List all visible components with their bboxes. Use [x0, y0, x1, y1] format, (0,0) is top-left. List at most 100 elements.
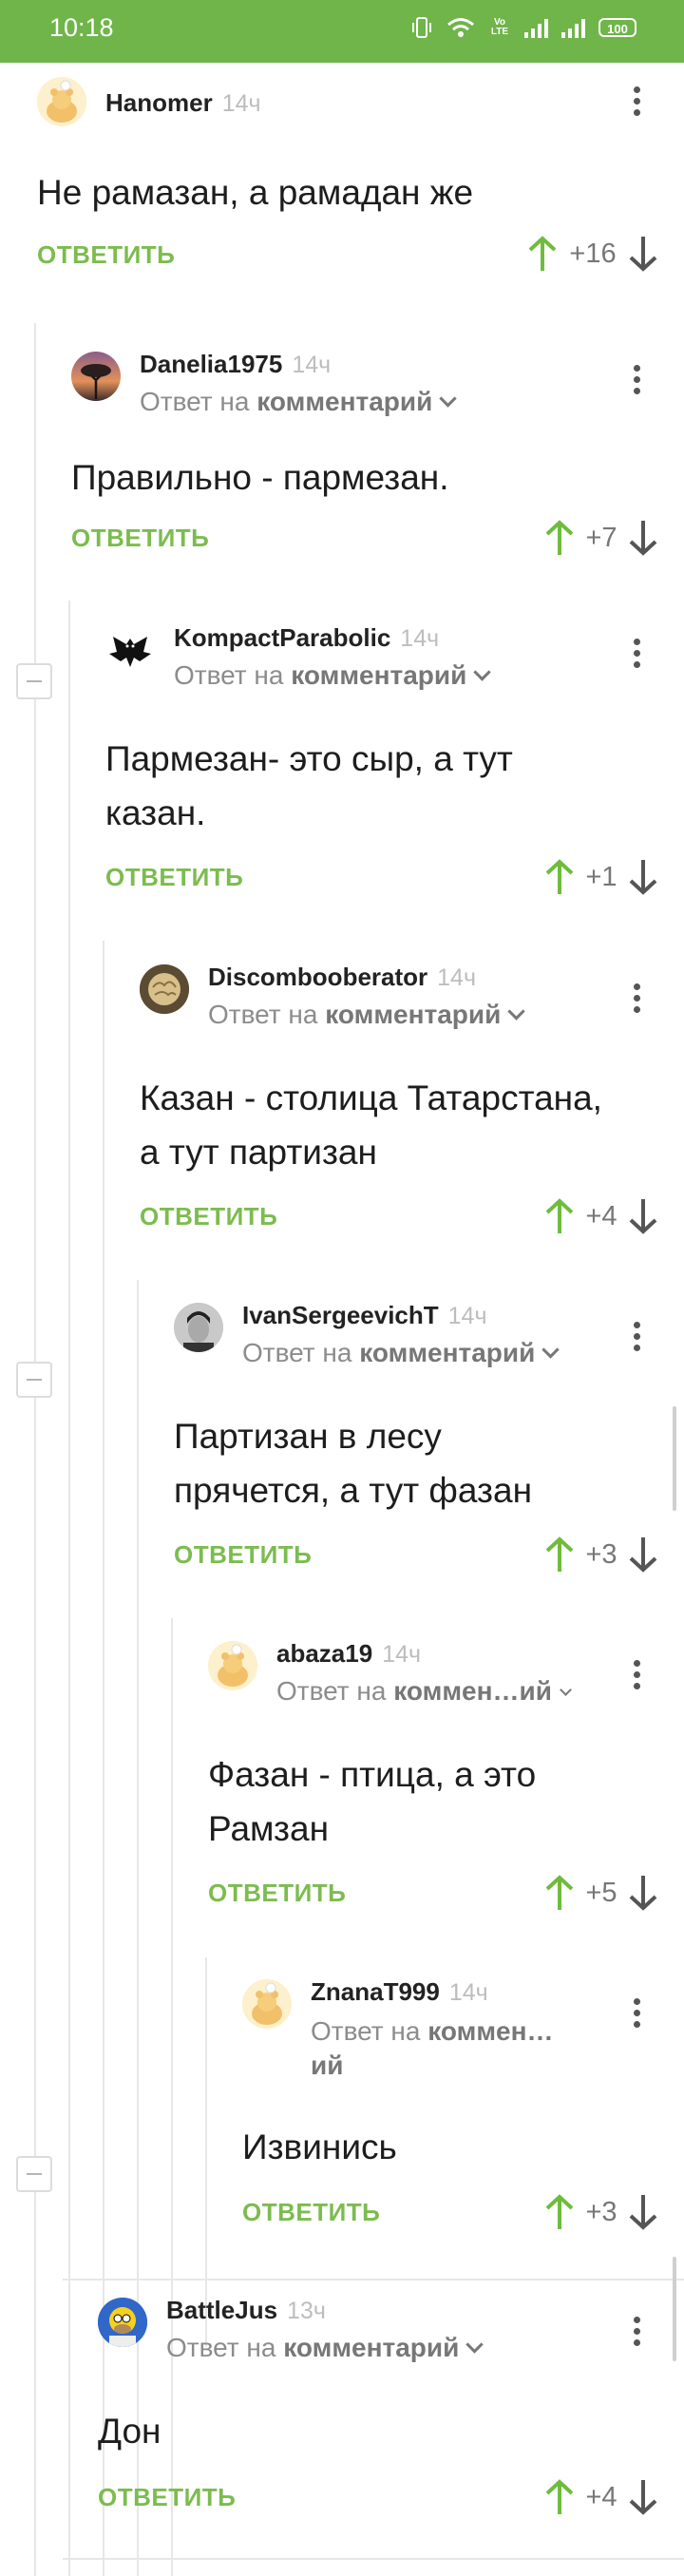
volte-label: Vo LTE [490, 17, 509, 37]
comment-text: Казан - столица Татарстана, а тут партиза… [140, 1078, 602, 1172]
reply-button[interactable]: ОТВЕТИТЬ [242, 2198, 380, 2227]
more-menu-icon[interactable] [634, 1322, 641, 1356]
comment-time: 14ч [447, 1303, 487, 1329]
downvote-icon[interactable] [627, 235, 659, 273]
reply-button[interactable]: ОТВЕТИТЬ [140, 1202, 277, 1231]
comment: IvanSergeevichT 14ч Ответ на комментарий … [174, 1301, 659, 1578]
signal-icon-2 [561, 17, 585, 38]
battery-icon: 100 [598, 18, 636, 37]
reply-button[interactable]: ОТВЕТИТЬ [71, 524, 209, 553]
reply-to-link[interactable]: Ответ на коммен…ий [311, 2014, 554, 2083]
upvote-icon[interactable] [543, 2478, 576, 2516]
rating: +16 [569, 238, 617, 269]
chevron-down-icon [560, 1684, 572, 1696]
bear-placeholder-icon [242, 1979, 292, 2029]
comment-header: KompactParabolic 14ч Ответ на комментарий [174, 623, 492, 691]
downvote-icon[interactable] [627, 519, 659, 557]
portrait-avatar [174, 1303, 223, 1352]
more-menu-icon[interactable] [634, 1660, 641, 1694]
avatar[interactable] [37, 77, 86, 126]
collapse-thread-button[interactable] [16, 663, 52, 699]
downvote-icon[interactable] [627, 1536, 659, 1574]
comment-header: abaza19 14ч Ответ на коммен…ий [276, 1639, 572, 1707]
downvote-icon[interactable] [627, 2478, 659, 2516]
reply-to-link[interactable]: Ответ на коммен…ий [276, 1676, 572, 1707]
comment-text: Правильно - пармезан. [71, 458, 449, 497]
reply-button[interactable]: ОТВЕТИТЬ [174, 1540, 312, 1570]
scrollbar-thumb[interactable] [673, 1406, 676, 1511]
author-name[interactable]: IvanSergeevichT [242, 1301, 439, 1329]
status-time: 10:18 [49, 13, 114, 42]
downvote-icon[interactable] [627, 2193, 659, 2231]
collapse-thread-button[interactable] [16, 2156, 52, 2192]
author-name[interactable]: abaza19 [276, 1639, 372, 1668]
downvote-icon[interactable] [627, 1874, 659, 1912]
reply-to-link[interactable]: Ответ на комментарий [208, 1000, 526, 1030]
rating: +4 [585, 2481, 618, 2512]
chevron-down-icon [466, 2336, 484, 2354]
avatar[interactable] [140, 964, 189, 1014]
comment-header: Hanomer 14ч [105, 88, 261, 118]
chevron-down-icon [542, 1341, 560, 1359]
comment-time: 14ч [221, 90, 261, 117]
avatar[interactable] [98, 2298, 147, 2347]
comment-time: 14ч [292, 352, 332, 378]
reply-to-link[interactable]: Ответ на комментарий [166, 2333, 484, 2363]
status-bar: 10:18 Vo LTE 100 [0, 0, 684, 63]
downvote-icon[interactable] [627, 858, 659, 896]
reply-to-link[interactable]: Ответ на комментарий [242, 1338, 560, 1368]
comment-header: Danelia1975 14ч Ответ на комментарий [140, 350, 458, 417]
avatar[interactable] [105, 625, 155, 675]
upvote-icon[interactable] [543, 519, 576, 557]
comment-time: 14ч [400, 625, 440, 652]
avatar[interactable] [71, 352, 121, 401]
comment-header: Discombooberator 14ч Ответ на комментарий [208, 963, 526, 1030]
more-menu-icon[interactable] [634, 2317, 641, 2351]
more-menu-icon[interactable] [634, 1998, 641, 2032]
comment: KompactParabolic 14ч Ответ на комментарий… [105, 623, 659, 901]
comment: abaza19 14ч Ответ на коммен…ий Фазан - пт… [208, 1639, 659, 1917]
author-name[interactable]: Danelia1975 [140, 350, 282, 378]
vote-controls: +3 [543, 1536, 659, 1574]
upvote-icon[interactable] [543, 1874, 576, 1912]
comment-time: 14ч [448, 1979, 488, 2006]
scrollbar-thumb[interactable] [673, 2257, 676, 2361]
avatar[interactable] [208, 1641, 257, 1690]
more-menu-icon[interactable] [634, 86, 641, 121]
reply-to-link[interactable]: Ответ на комментарий [174, 660, 492, 691]
reply-button[interactable]: ОТВЕТИТЬ [98, 2483, 236, 2512]
bear-placeholder-icon [37, 77, 86, 126]
vibrate-icon [412, 17, 431, 38]
avatar[interactable] [174, 1303, 223, 1352]
author-name[interactable]: Discombooberator [208, 963, 428, 991]
avatar[interactable] [242, 1979, 292, 2029]
author-name[interactable]: Hanomer [105, 88, 213, 117]
comment: ZnanaT999 14ч Ответ на коммен… ий Извинись… [242, 1977, 659, 2236]
upvote-icon[interactable] [543, 2193, 576, 2231]
rating: +4 [585, 1200, 618, 1231]
bat-avatar [105, 625, 155, 675]
upvote-icon[interactable] [543, 858, 576, 896]
homer-avatar [98, 2298, 147, 2347]
upvote-icon[interactable] [543, 1197, 576, 1235]
reply-to-link[interactable]: Ответ на комментарий [140, 387, 458, 417]
more-menu-icon[interactable] [634, 639, 641, 673]
downvote-icon[interactable] [627, 1197, 659, 1235]
reply-button[interactable]: ОТВЕТИТЬ [208, 1879, 346, 1908]
collapse-thread-button[interactable] [16, 1362, 52, 1398]
comment: BattleJus 13ч Ответ на комментарий Дон ОТ… [98, 2296, 659, 2530]
more-menu-icon[interactable] [634, 983, 641, 1018]
rating: +3 [585, 1538, 618, 1570]
upvote-icon[interactable] [526, 235, 559, 273]
author-name[interactable]: KompactParabolic [174, 623, 390, 652]
more-menu-icon[interactable] [634, 365, 641, 399]
upvote-icon[interactable] [543, 1536, 576, 1574]
vote-controls: +7 [543, 519, 659, 557]
author-name[interactable]: ZnanaT999 [311, 1977, 440, 2006]
brain-avatar [140, 964, 189, 1014]
vote-controls: +4 [543, 1197, 659, 1235]
author-name[interactable]: BattleJus [166, 2296, 277, 2324]
reply-button[interactable]: ОТВЕТИТЬ [37, 240, 175, 270]
reply-button[interactable]: ОТВЕТИТЬ [105, 863, 243, 892]
comment-header: IvanSergeevichT 14ч Ответ на комментарий [242, 1301, 560, 1368]
